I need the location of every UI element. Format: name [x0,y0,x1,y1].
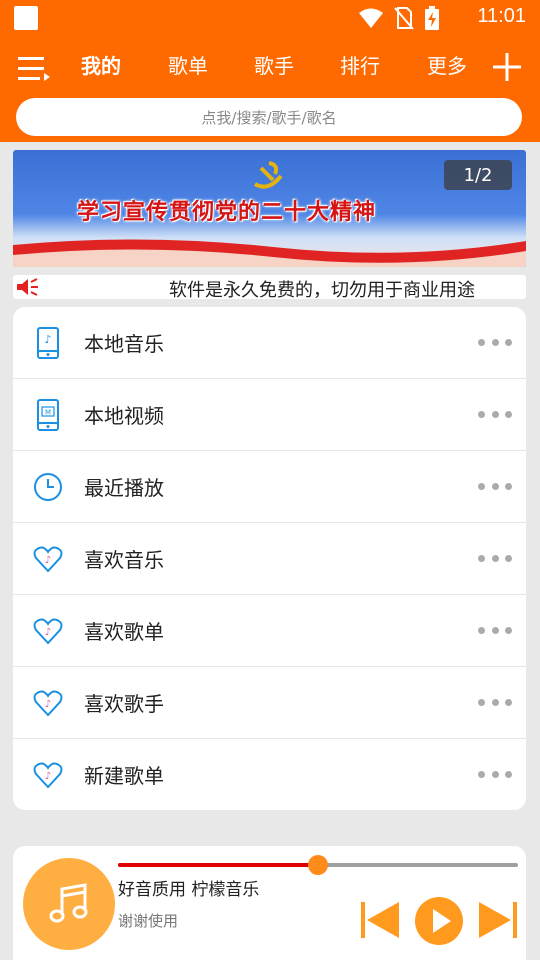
svg-text:♪: ♪ [45,771,51,782]
play-button[interactable] [413,895,465,947]
song-title: 好音质用 柠檬音乐 [118,880,260,900]
song-subtitle: 谢谢使用 [118,912,179,930]
list-item-local-music[interactable]: ♪ 本地音乐 [13,307,526,379]
tab-bar: 我的 歌单 歌手 排行 更多 [66,50,486,80]
more-dots-icon[interactable] [478,553,512,563]
music-note-icon [49,883,88,923]
list-item-label: 新建歌单 [84,764,164,788]
progress-knob[interactable] [308,855,328,875]
status-time: 11:01 [477,5,526,27]
status-bar: 11:01 [0,0,540,36]
banner-ribbon [13,239,526,267]
more-dots-icon[interactable] [478,769,512,779]
heart-icon: ♪ [33,618,63,645]
svg-text:♪: ♪ [45,555,51,566]
list-item-liked-playlists[interactable]: ♪ 喜欢歌单 [13,595,526,667]
banner-page-indicator: 1/2 [444,160,512,190]
status-icons [358,6,440,30]
progress-fill [118,863,318,867]
list-item-liked-singers[interactable]: ♪ 喜欢歌手 [13,667,526,739]
svg-text:♪: ♪ [45,627,51,638]
mini-player: 好音质用 柠檬音乐 谢谢使用 [13,846,526,960]
more-dots-icon[interactable] [478,481,512,491]
wifi-icon [359,8,383,28]
tab-more[interactable]: 更多 [427,50,467,79]
local-video-icon: M [37,399,59,431]
more-dots-icon[interactable] [478,625,512,635]
list-item-local-video[interactable]: M 本地视频 [13,379,526,451]
list-item-label: 喜欢歌单 [84,620,164,644]
banner-carousel[interactable]: 学习宣传贯彻党的二十大精神 1/2 [13,150,526,267]
heart-icon: ♪ [33,762,63,789]
speaker-icon [17,278,38,296]
list-item-label: 最近播放 [84,476,164,500]
svg-text:M: M [45,409,51,417]
heart-icon: ♪ [33,690,63,717]
more-dots-icon[interactable] [478,409,512,419]
tab-playlists[interactable]: 歌单 [168,50,208,79]
previous-button[interactable] [361,898,401,942]
tab-rankings[interactable]: 排行 [340,50,380,79]
progress-bar[interactable] [118,855,518,875]
tab-mine[interactable]: 我的 [81,50,121,79]
battery-charging-icon [425,6,439,30]
no-sim-icon [394,7,414,30]
library-list: ♪ 本地音乐 M 本地视频 最近播放 ♪ 喜欢音乐 ♪ 喜欢歌单 ♪ 喜欢歌手 … [13,307,526,810]
heart-icon: ♪ [33,546,63,573]
svg-text:♪: ♪ [45,699,51,710]
more-dots-icon[interactable] [478,697,512,707]
list-item-label: 本地视频 [84,404,164,428]
list-item-label: 喜欢歌手 [84,692,164,716]
list-item-label: 喜欢音乐 [84,548,164,572]
list-item-new-playlist[interactable]: ♪ 新建歌单 [13,739,526,810]
banner-title: 学习宣传贯彻党的二十大精神 [77,200,377,225]
hamburger-menu-icon[interactable] [18,56,50,82]
notice-marquee: 软件是永久免费的，切勿用于商业用途 [13,275,526,299]
app-header: 11:01 我的 歌单 歌手 排行 更多 点我/搜索/歌手/歌名 [0,0,540,142]
tab-singers[interactable]: 歌手 [254,50,294,79]
svg-text:♪: ♪ [44,333,51,346]
party-emblem-icon [253,161,283,189]
album-cover[interactable] [23,858,115,950]
local-music-icon: ♪ [37,327,59,359]
next-button[interactable] [477,898,517,942]
list-item-recent[interactable]: 最近播放 [13,451,526,523]
nav-bar: 我的 歌单 歌手 排行 更多 [0,40,540,94]
app-square-icon [14,6,38,30]
more-dots-icon[interactable] [478,337,512,347]
list-item-label: 本地音乐 [84,332,164,356]
plus-icon[interactable] [492,52,522,82]
clock-icon [34,473,62,501]
notice-text: 软件是永久免费的，切勿用于商业用途 [169,280,475,299]
list-item-liked-music[interactable]: ♪ 喜欢音乐 [13,523,526,595]
search-input[interactable]: 点我/搜索/歌手/歌名 [16,98,522,136]
